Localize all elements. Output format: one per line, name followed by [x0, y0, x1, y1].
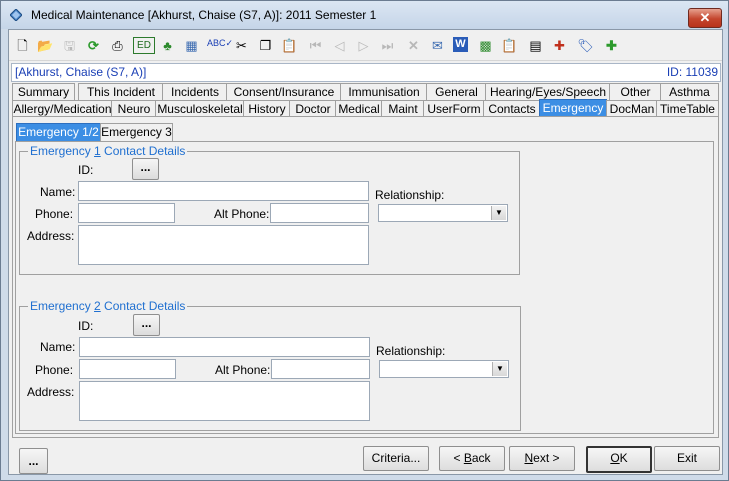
address-label: Address:: [27, 385, 75, 399]
app-diamond-icon: [10, 9, 22, 21]
tab-other[interactable]: Other: [609, 83, 662, 101]
name-field[interactable]: [78, 181, 369, 201]
calendar-icon[interactable]: ▤: [527, 37, 544, 54]
open-icon[interactable]: 📂: [37, 37, 54, 54]
chevron-down-icon[interactable]: ▼: [491, 206, 506, 220]
emergency-1-2-panel: Emergency 1 Contact Details ID: ... Name…: [15, 141, 714, 434]
client-area: 🗋 📂 🖫 ⟳ ⎙ ED ♣ ▦ ABC✓ ✂ ❐ 📋 ⏮ ◁ ▷ ⏭ ✕ ✉ …: [8, 29, 723, 475]
save-icon[interactable]: 🖫: [61, 37, 78, 54]
address-field[interactable]: [78, 225, 369, 265]
exit-button[interactable]: Exit: [654, 446, 720, 471]
address-label: Address:: [27, 229, 75, 243]
group-title: Emergency 2 Contact Details: [28, 299, 188, 313]
tab-asthma[interactable]: Asthma: [660, 83, 719, 101]
paste-icon[interactable]: 📋: [281, 37, 298, 54]
id-label: ID:: [78, 163, 94, 177]
previous-record-icon[interactable]: ◁: [331, 37, 348, 54]
tab-immunisation[interactable]: Immunisation: [340, 83, 428, 101]
calculator-icon[interactable]: ▦: [183, 37, 200, 54]
alt-phone-label: Alt Phone:: [214, 207, 270, 221]
next-button[interactable]: Next >: [509, 446, 575, 471]
lookup-button[interactable]: ...: [133, 314, 160, 336]
email-icon[interactable]: ✉: [429, 37, 446, 54]
delete-icon[interactable]: ✕: [405, 37, 422, 54]
lookup-button[interactable]: ...: [132, 158, 159, 180]
cut-icon[interactable]: ✂: [233, 37, 250, 54]
tag-icon[interactable]: 🏷: [577, 37, 594, 54]
criteria-button[interactable]: Criteria...: [363, 446, 429, 471]
phone-label: Phone:: [35, 363, 74, 377]
tab-consent-insurance[interactable]: Consent/Insurance: [226, 83, 342, 101]
toolbar: 🗋 📂 🖫 ⟳ ⎙ ED ♣ ▦ ABC✓ ✂ ❐ 📋 ⏮ ◁ ▷ ⏭ ✕ ✉ …: [9, 30, 722, 61]
excel-icon[interactable]: ▩: [477, 37, 494, 54]
medical-icon[interactable]: ✚: [551, 37, 568, 54]
word-icon[interactable]: W: [453, 37, 468, 52]
back-button[interactable]: < Back: [439, 446, 505, 471]
alt-phone-label: Alt Phone:: [215, 363, 271, 377]
refresh-icon[interactable]: ⟳: [85, 37, 102, 54]
tab-summary[interactable]: Summary: [12, 83, 75, 101]
subtab-emergency-3[interactable]: Emergency 3: [100, 123, 173, 141]
phone-field[interactable]: [79, 359, 176, 379]
next-record-icon[interactable]: ▷: [355, 37, 372, 54]
alt-phone-field[interactable]: [271, 359, 370, 379]
title-bar[interactable]: Medical Maintenance [Akhurst, Chaise (S7…: [1, 1, 728, 29]
emergency-2-group: Emergency 2 Contact Details ID: ... Name…: [19, 299, 521, 431]
alt-phone-field[interactable]: [270, 203, 369, 223]
clipboard-icon[interactable]: 📋: [501, 37, 518, 54]
tree-icon[interactable]: ♣: [159, 37, 176, 54]
close-button[interactable]: ✕: [688, 8, 722, 28]
tab-this-incident[interactable]: This Incident: [78, 83, 164, 101]
relationship-select[interactable]: ▼: [378, 204, 508, 222]
tab-general[interactable]: General: [426, 83, 487, 101]
edit-icon[interactable]: ED: [133, 37, 155, 54]
spellcheck-icon[interactable]: ABC✓: [207, 37, 233, 54]
phone-field[interactable]: [78, 203, 175, 223]
student-id: ID: 11039: [666, 65, 718, 79]
ok-button[interactable]: OK: [586, 446, 652, 473]
name-field[interactable]: [79, 337, 370, 357]
first-record-icon[interactable]: ⏮: [307, 37, 324, 54]
student-name: [Akhurst, Chaise (S7, A)]: [15, 65, 147, 79]
relationship-label: Relationship:: [375, 188, 445, 202]
medical-maintenance-window: Medical Maintenance [Akhurst, Chaise (S7…: [0, 0, 729, 481]
relationship-select[interactable]: ▼: [379, 360, 509, 378]
tab-incidents[interactable]: Incidents: [162, 83, 228, 101]
group-title: Emergency 1 Contact Details: [28, 144, 188, 158]
student-bar: [Akhurst, Chaise (S7, A)] ID: 11039: [11, 63, 721, 82]
name-label: Name:: [40, 185, 76, 199]
print-icon[interactable]: ⎙: [109, 37, 126, 54]
subtab-emergency-1-2[interactable]: Emergency 1/2: [16, 123, 101, 141]
id-label: ID:: [78, 319, 94, 333]
name-label: Name:: [40, 340, 76, 354]
chevron-down-icon[interactable]: ▼: [492, 362, 507, 376]
add-icon[interactable]: ✚: [603, 37, 620, 54]
copy-icon[interactable]: ❐: [257, 37, 274, 54]
window-title: Medical Maintenance [Akhurst, Chaise (S7…: [31, 8, 377, 22]
phone-label: Phone:: [35, 207, 74, 221]
new-icon[interactable]: 🗋: [14, 37, 31, 54]
last-record-icon[interactable]: ⏭: [379, 37, 396, 54]
relationship-label: Relationship:: [376, 344, 446, 358]
more-button[interactable]: ...: [19, 448, 48, 474]
address-field[interactable]: [79, 381, 370, 421]
emergency-1-group: Emergency 1 Contact Details ID: ... Name…: [19, 144, 520, 275]
